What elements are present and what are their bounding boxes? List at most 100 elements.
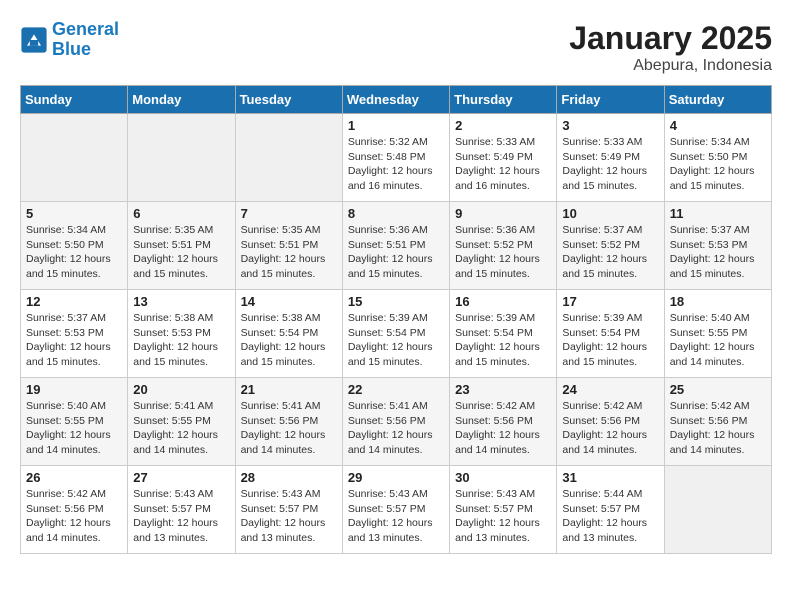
day-info: Sunrise: 5:37 AM Sunset: 5:53 PM Dayligh…: [26, 311, 122, 370]
day-info: Sunrise: 5:40 AM Sunset: 5:55 PM Dayligh…: [26, 399, 122, 458]
week-row-5: 26Sunrise: 5:42 AM Sunset: 5:56 PM Dayli…: [21, 466, 772, 554]
day-number: 20: [133, 382, 229, 397]
day-number: 27: [133, 470, 229, 485]
cal-cell: 14 Sunrise: 5:38 AM Sunset: 5:54 PM Dayli…: [235, 290, 342, 378]
cal-cell: 19Sunrise: 5:40 AM Sunset: 5:55 PM Dayli…: [21, 378, 128, 466]
week-row-1: 1 Sunrise: 5:32 AM Sunset: 5:48 PM Daylig…: [21, 114, 772, 202]
calendar-title-block: January 2025 Abepura, Indonesia: [569, 20, 772, 75]
cal-cell: 7 Sunrise: 5:35 AM Sunset: 5:51 PM Daylig…: [235, 202, 342, 290]
day-number: 12: [26, 294, 122, 309]
cal-cell: 16 Sunrise: 5:39 AM Sunset: 5:54 PM Dayli…: [450, 290, 557, 378]
cal-cell: 29 Sunrise: 5:43 AM Sunset: 5:57 PM Dayli…: [342, 466, 449, 554]
day-info: Sunrise: 5:41 AM Sunset: 5:56 PM Dayligh…: [241, 399, 337, 458]
logo: General Blue: [20, 20, 119, 60]
day-number: 5: [26, 206, 122, 221]
day-number: 1: [348, 118, 444, 133]
day-number: 25: [670, 382, 766, 397]
cal-cell: 23 Sunrise: 5:42 AM Sunset: 5:56 PM Dayli…: [450, 378, 557, 466]
cal-cell: 24Sunrise: 5:42 AM Sunset: 5:56 PM Dayli…: [557, 378, 664, 466]
week-row-3: 12 Sunrise: 5:37 AM Sunset: 5:53 PM Dayli…: [21, 290, 772, 378]
day-info: Sunrise: 5:38 AM Sunset: 5:53 PM Dayligh…: [133, 311, 229, 370]
header-tuesday: Tuesday: [235, 86, 342, 114]
day-number: 15: [348, 294, 444, 309]
day-info: Sunrise: 5:43 AM Sunset: 5:57 PM Dayligh…: [455, 487, 551, 546]
logo-icon: [20, 26, 48, 54]
header-saturday: Saturday: [664, 86, 771, 114]
cal-cell: 10Sunrise: 5:37 AM Sunset: 5:52 PM Dayli…: [557, 202, 664, 290]
day-info: Sunrise: 5:39 AM Sunset: 5:54 PM Dayligh…: [348, 311, 444, 370]
cal-cell: 12 Sunrise: 5:37 AM Sunset: 5:53 PM Dayli…: [21, 290, 128, 378]
cal-cell: 17 Sunrise: 5:39 AM Sunset: 5:54 PM Dayli…: [557, 290, 664, 378]
header-friday: Friday: [557, 86, 664, 114]
cal-cell: 11 Sunrise: 5:37 AM Sunset: 5:53 PM Dayli…: [664, 202, 771, 290]
day-info: Sunrise: 5:32 AM Sunset: 5:48 PM Dayligh…: [348, 135, 444, 194]
cal-cell: 1 Sunrise: 5:32 AM Sunset: 5:48 PM Daylig…: [342, 114, 449, 202]
cal-cell: 15 Sunrise: 5:39 AM Sunset: 5:54 PM Dayli…: [342, 290, 449, 378]
calendar-header-row: SundayMondayTuesdayWednesdayThursdayFrid…: [21, 86, 772, 114]
cal-cell: 2Sunrise: 5:33 AM Sunset: 5:49 PM Daylig…: [450, 114, 557, 202]
cal-cell: 28 Sunrise: 5:43 AM Sunset: 5:57 PM Dayli…: [235, 466, 342, 554]
day-info: Sunrise: 5:41 AM Sunset: 5:56 PM Dayligh…: [348, 399, 444, 458]
day-info: Sunrise: 5:43 AM Sunset: 5:57 PM Dayligh…: [241, 487, 337, 546]
day-number: 18: [670, 294, 766, 309]
cal-cell: 20 Sunrise: 5:41 AM Sunset: 5:55 PM Dayli…: [128, 378, 235, 466]
cal-cell: 26Sunrise: 5:42 AM Sunset: 5:56 PM Dayli…: [21, 466, 128, 554]
day-info: Sunrise: 5:37 AM Sunset: 5:53 PM Dayligh…: [670, 223, 766, 282]
day-info: Sunrise: 5:35 AM Sunset: 5:51 PM Dayligh…: [241, 223, 337, 282]
day-number: 8: [348, 206, 444, 221]
day-info: Sunrise: 5:35 AM Sunset: 5:51 PM Dayligh…: [133, 223, 229, 282]
header-wednesday: Wednesday: [342, 86, 449, 114]
day-number: 23: [455, 382, 551, 397]
header-monday: Monday: [128, 86, 235, 114]
day-info: Sunrise: 5:37 AM Sunset: 5:52 PM Dayligh…: [562, 223, 658, 282]
day-info: Sunrise: 5:36 AM Sunset: 5:52 PM Dayligh…: [455, 223, 551, 282]
calendar-subtitle: Abepura, Indonesia: [569, 57, 772, 75]
day-info: Sunrise: 5:33 AM Sunset: 5:49 PM Dayligh…: [455, 135, 551, 194]
day-number: 6: [133, 206, 229, 221]
day-number: 28: [241, 470, 337, 485]
day-number: 4: [670, 118, 766, 133]
cal-cell: 8 Sunrise: 5:36 AM Sunset: 5:51 PM Daylig…: [342, 202, 449, 290]
day-info: Sunrise: 5:42 AM Sunset: 5:56 PM Dayligh…: [670, 399, 766, 458]
cal-cell: 25 Sunrise: 5:42 AM Sunset: 5:56 PM Dayli…: [664, 378, 771, 466]
logo-text: General Blue: [52, 20, 119, 60]
day-info: Sunrise: 5:33 AM Sunset: 5:49 PM Dayligh…: [562, 135, 658, 194]
cal-cell: [21, 114, 128, 202]
day-info: Sunrise: 5:34 AM Sunset: 5:50 PM Dayligh…: [670, 135, 766, 194]
page-header: General Blue January 2025 Abepura, Indon…: [20, 20, 772, 75]
day-number: 13: [133, 294, 229, 309]
week-row-2: 5 Sunrise: 5:34 AM Sunset: 5:50 PM Daylig…: [21, 202, 772, 290]
day-number: 14: [241, 294, 337, 309]
day-number: 22: [348, 382, 444, 397]
day-info: Sunrise: 5:41 AM Sunset: 5:55 PM Dayligh…: [133, 399, 229, 458]
day-number: 31: [562, 470, 658, 485]
day-info: Sunrise: 5:44 AM Sunset: 5:57 PM Dayligh…: [562, 487, 658, 546]
cal-cell: [235, 114, 342, 202]
day-number: 9: [455, 206, 551, 221]
day-info: Sunrise: 5:38 AM Sunset: 5:54 PM Dayligh…: [241, 311, 337, 370]
day-number: 26: [26, 470, 122, 485]
day-info: Sunrise: 5:36 AM Sunset: 5:51 PM Dayligh…: [348, 223, 444, 282]
cal-cell: 18 Sunrise: 5:40 AM Sunset: 5:55 PM Dayli…: [664, 290, 771, 378]
day-number: 11: [670, 206, 766, 221]
logo-line2: Blue: [52, 39, 91, 59]
day-info: Sunrise: 5:34 AM Sunset: 5:50 PM Dayligh…: [26, 223, 122, 282]
day-info: Sunrise: 5:43 AM Sunset: 5:57 PM Dayligh…: [133, 487, 229, 546]
day-number: 16: [455, 294, 551, 309]
day-info: Sunrise: 5:43 AM Sunset: 5:57 PM Dayligh…: [348, 487, 444, 546]
day-info: Sunrise: 5:39 AM Sunset: 5:54 PM Dayligh…: [455, 311, 551, 370]
day-info: Sunrise: 5:42 AM Sunset: 5:56 PM Dayligh…: [455, 399, 551, 458]
day-info: Sunrise: 5:40 AM Sunset: 5:55 PM Dayligh…: [670, 311, 766, 370]
cal-cell: 13 Sunrise: 5:38 AM Sunset: 5:53 PM Dayli…: [128, 290, 235, 378]
cal-cell: [664, 466, 771, 554]
day-number: 30: [455, 470, 551, 485]
day-number: 7: [241, 206, 337, 221]
logo-line1: General: [52, 19, 119, 39]
day-number: 17: [562, 294, 658, 309]
day-info: Sunrise: 5:39 AM Sunset: 5:54 PM Dayligh…: [562, 311, 658, 370]
cal-cell: 31 Sunrise: 5:44 AM Sunset: 5:57 PM Dayli…: [557, 466, 664, 554]
week-row-4: 19Sunrise: 5:40 AM Sunset: 5:55 PM Dayli…: [21, 378, 772, 466]
cal-cell: 21Sunrise: 5:41 AM Sunset: 5:56 PM Dayli…: [235, 378, 342, 466]
day-number: 29: [348, 470, 444, 485]
day-info: Sunrise: 5:42 AM Sunset: 5:56 PM Dayligh…: [562, 399, 658, 458]
